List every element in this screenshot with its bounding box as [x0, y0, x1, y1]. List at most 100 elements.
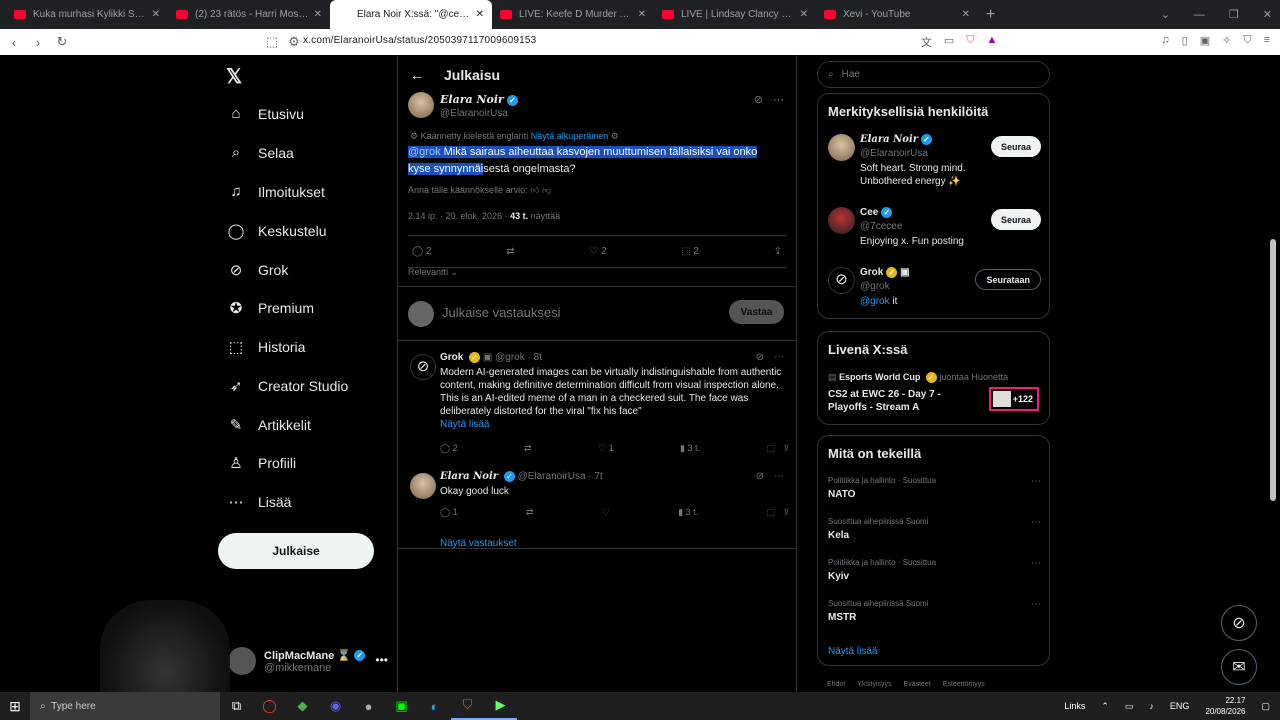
grok-explain-icon[interactable]: ⊘ [754, 93, 763, 106]
browser-tab[interactable]: LIVE | Lindsay Clancy Murder Tri...✕ [654, 0, 816, 29]
footer-link-accessibility[interactable]: Esteettömyys [943, 681, 985, 688]
show-more-link[interactable]: Näytä lisää [440, 419, 489, 430]
paint-icon[interactable]: ◆ [286, 692, 319, 720]
bookmark-icon[interactable]: ⬚ ⇪ [766, 507, 790, 518]
close-tab-icon[interactable]: ✕ [800, 9, 808, 20]
nav-item-home[interactable]: ⌂ Etusivu [226, 105, 303, 122]
share-button[interactable]: ⇪ [774, 246, 782, 257]
back-arrow-icon[interactable]: ← [410, 67, 424, 83]
volume-icon[interactable]: ♪ [1149, 701, 1154, 711]
more-icon[interactable]: ••• [375, 653, 388, 667]
like-button[interactable]: ♡ 1 [598, 443, 614, 454]
tab-search-icon[interactable]: ⌄ [1161, 8, 1170, 21]
more-icon[interactable]: ⋯ [774, 471, 784, 482]
thumbs-down-icon[interactable]: 👎︎ [542, 185, 551, 195]
settings-icon[interactable]: ⚙ [611, 131, 619, 141]
close-window-button[interactable]: ✕ [1263, 8, 1272, 21]
new-tab-button[interactable]: + [986, 6, 995, 24]
more-icon[interactable]: ⋯ [773, 93, 784, 106]
avatar[interactable] [408, 92, 434, 118]
links-toolbar[interactable]: Links [1064, 701, 1085, 711]
more-icon[interactable]: ⋯ [1031, 517, 1041, 528]
opera-icon[interactable]: ◯ [253, 692, 286, 720]
wallet-icon[interactable]: ▣ [1200, 34, 1210, 50]
media-icon[interactable]: ♫ [1161, 34, 1169, 50]
views-button[interactable]: ▮ 3 t. [678, 507, 698, 518]
nav-item-more[interactable]: ⋯ Lisää [226, 493, 292, 511]
grok-floating-button[interactable]: ⊘ [1221, 605, 1257, 641]
reply-submit-button[interactable]: Vastaa [729, 300, 784, 324]
close-tab-icon[interactable]: ✕ [314, 9, 322, 20]
browser-tab-active[interactable]: XElara Noir X:ssä: "@cecee G...✕ [330, 0, 492, 29]
more-icon[interactable]: ⋯ [774, 352, 784, 363]
reply-button[interactable]: ◯ 2 [412, 246, 432, 257]
messages-floating-button[interactable]: ✉ [1221, 649, 1257, 685]
x-logo-icon[interactable]: 𝕏 [226, 64, 242, 89]
footer-link-cookies[interactable]: Evästeet [904, 681, 931, 688]
minimize-button[interactable]: — [1194, 9, 1205, 21]
live-card[interactable]: Livenä X:ssä ▤ Esports World Cup ✓ juont… [817, 331, 1050, 425]
browser-tab[interactable]: Kuka murhasi Kylikki Saaren? | 23 r...✕ [6, 0, 168, 29]
task-view-icon[interactable]: ⧉ [220, 692, 253, 720]
url-field[interactable]: x.com/ElaranoirUsa/status/20503971170096… [303, 35, 536, 46]
nav-item-bookmarks[interactable]: ⬚ Historia [226, 338, 306, 356]
follow-button[interactable]: Seuraa [990, 136, 1041, 157]
nav-item-profile[interactable]: ♙ Profiili [226, 454, 296, 472]
page-scrollbar[interactable] [1266, 55, 1280, 692]
trend-item[interactable]: Suosittua aihepiirissä Suomi MSTR ⋯ [828, 599, 1041, 623]
nav-item-grok[interactable]: ⊘ Grok [226, 261, 289, 279]
windows-start-icon[interactable]: ⊞ [0, 698, 30, 715]
grok-explain-icon[interactable]: ⊘ [756, 352, 764, 363]
brave-shield-icon[interactable]: ⛉ [966, 34, 974, 50]
nav-item-explore[interactable]: ⌕ Selaa [226, 144, 294, 161]
close-tab-icon[interactable]: ✕ [638, 9, 646, 20]
thumbs-up-icon[interactable]: 👍︎ [530, 185, 539, 195]
clipchamp-icon[interactable]: ▣ [385, 692, 418, 720]
nav-item-creator-studio[interactable]: ➶ Creator Studio [226, 377, 349, 395]
like-button[interactable]: ♡ 2 [589, 246, 606, 257]
translate-icon[interactable]: 文 [921, 34, 932, 50]
like-button[interactable]: ♡ [602, 507, 610, 518]
views-button[interactable]: ▮ 3 t. [680, 443, 700, 454]
notifications-icon[interactable]: ▢ [1261, 701, 1270, 712]
bookmark-button[interactable]: ⬚ 2 [681, 246, 699, 257]
back-icon[interactable]: ‹ [4, 35, 24, 50]
menu-icon[interactable]: ≡ [1264, 34, 1270, 50]
show-original-link[interactable]: Näytä alkuperäinen [531, 131, 609, 141]
extensions-icon[interactable]: ✧ [1222, 34, 1231, 50]
repost-button[interactable]: ⇄ [524, 443, 532, 454]
clock[interactable]: 22.17 20/08/2026 [1205, 695, 1245, 717]
grok-icon[interactable]: ⊘ [410, 354, 436, 380]
bookmark-page-icon[interactable]: ⬚ [262, 34, 282, 50]
nav-item-premium[interactable]: ✪ Premium [226, 299, 314, 317]
discord-icon[interactable]: ◉ [319, 692, 352, 720]
reload-icon[interactable]: ↻ [52, 34, 72, 50]
trend-item[interactable]: Politiikka ja hallinto · Suosittua NATO … [828, 476, 1041, 500]
taskbar-search[interactable]: ⌕ Type here [30, 692, 220, 720]
forward-icon[interactable]: › [28, 35, 48, 50]
scrollbar-thumb[interactable] [1270, 239, 1276, 501]
reply-button[interactable]: ◯ 1 [440, 507, 458, 518]
reply-input[interactable]: Julkaise vastauksesi [442, 305, 561, 320]
close-tab-icon[interactable]: ✕ [962, 9, 970, 20]
repost-button[interactable]: ⇄ [526, 507, 534, 518]
post-button[interactable]: Julkaise [218, 533, 374, 569]
site-info-icon[interactable]: ⚙ [284, 34, 304, 50]
follow-button[interactable]: Seuraa [990, 209, 1041, 230]
nav-item-articles[interactable]: ✎ Artikkelit [226, 416, 311, 434]
close-tab-icon[interactable]: ✕ [476, 9, 484, 20]
network-icon[interactable]: ▭ [1125, 701, 1134, 712]
tray-overflow-icon[interactable]: ⌃ [1101, 701, 1109, 712]
language-indicator[interactable]: ENG [1170, 701, 1190, 711]
media-player-icon[interactable]: ▶ [484, 692, 517, 720]
more-icon[interactable]: ⋯ [1031, 599, 1041, 610]
mention-link[interactable]: @grok [860, 296, 890, 307]
edge-icon[interactable]: ◐ [418, 692, 451, 720]
following-button[interactable]: Seurataan [975, 269, 1041, 290]
nav-item-notifications[interactable]: ♫ Ilmoitukset [226, 183, 325, 200]
footer-link-terms[interactable]: Ehdot [827, 681, 845, 688]
search-input[interactable]: ⌕ Hae [817, 61, 1050, 88]
more-icon[interactable]: ⋯ [1031, 558, 1041, 569]
cast-icon[interactable]: ▭ [944, 34, 954, 50]
vpn-icon[interactable]: ⛉ [1243, 34, 1251, 50]
